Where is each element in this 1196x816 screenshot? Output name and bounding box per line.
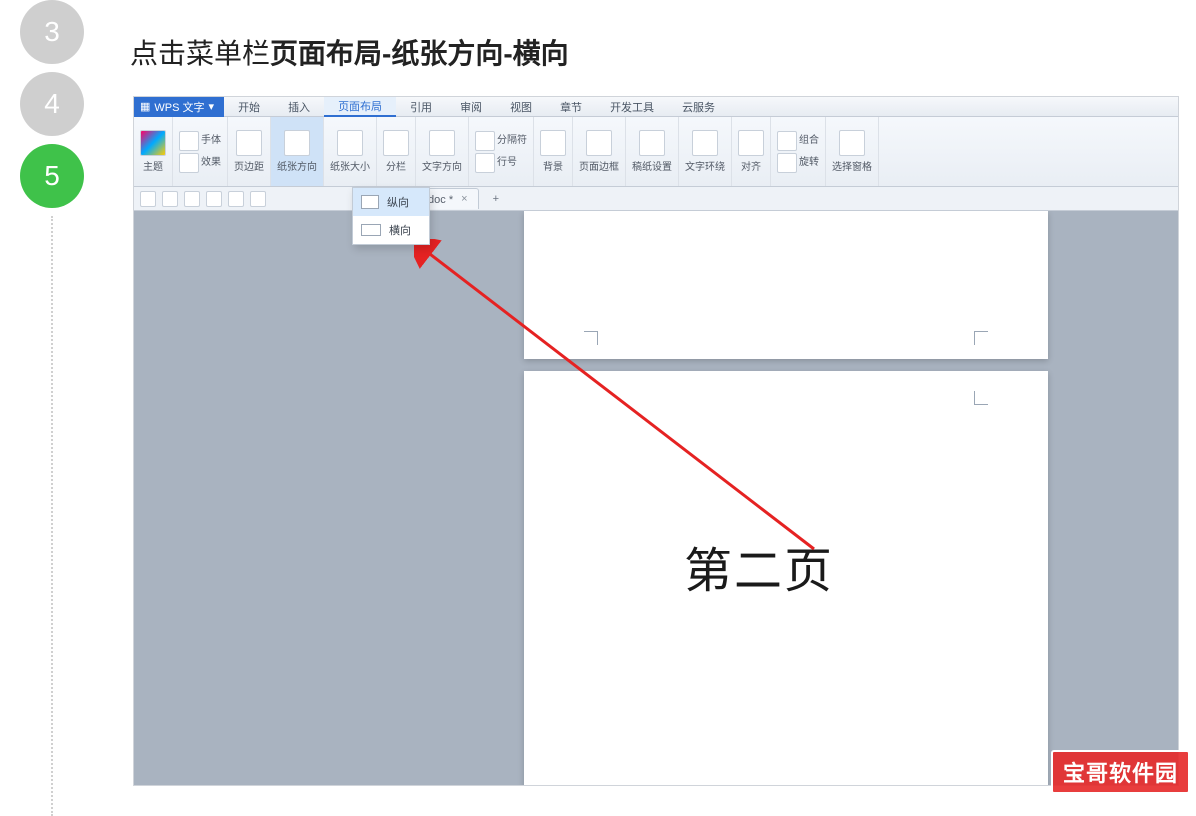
ribbon-manuscript[interactable]: 稿纸设置 [626, 117, 679, 186]
menu-insert[interactable]: 插入 [274, 97, 324, 117]
font-icon [179, 131, 199, 151]
ribbon-paper-size-label: 纸张大小 [330, 158, 370, 173]
instruction-text: 点击菜单栏页面布局-纸张方向-横向 [130, 32, 569, 72]
app-brand[interactable]: ▦ WPS 文字 ▾ [134, 97, 224, 117]
ribbon-wrap-label: 文字环绕 [685, 158, 725, 173]
portrait-icon [361, 195, 379, 209]
menu-view[interactable]: 视图 [496, 97, 546, 117]
ribbon-selection-pane[interactable]: 选择窗格 [826, 117, 879, 186]
ribbon-orientation-label: 纸张方向 [277, 158, 317, 173]
step-badge-4: 4 [20, 72, 84, 136]
manuscript-icon [639, 130, 665, 156]
page-2-text: 第二页 [684, 531, 834, 601]
document-canvas: 第二页 [134, 211, 1178, 785]
ribbon-background[interactable]: 背景 [534, 117, 573, 186]
ribbon-breaks-lines[interactable]: 分隔符 行号 [469, 117, 534, 186]
qat-redo-icon[interactable] [250, 191, 266, 207]
ribbon-margins[interactable]: 页边距 [228, 117, 271, 186]
ribbon-group-rotate[interactable]: 组合 旋转 [771, 117, 826, 186]
dropdown-landscape[interactable]: 横向 [353, 216, 429, 244]
ribbon-text-direction[interactable]: 文字方向 [416, 117, 469, 186]
break-icon [475, 131, 495, 151]
ribbon-page-border[interactable]: 页面边框 [573, 117, 626, 186]
watermark-badge: 宝哥软件园 [1051, 750, 1190, 794]
text-direction-icon [429, 130, 455, 156]
ribbon-theme-label: 主题 [143, 158, 163, 173]
page-border-icon [586, 130, 612, 156]
ribbon-background-label: 背景 [543, 158, 563, 173]
quick-access-toolbar: 文档.doc * × + [134, 187, 1178, 211]
background-icon [540, 130, 566, 156]
orientation-icon [284, 130, 310, 156]
instruction-prefix: 点击菜单栏 [130, 38, 270, 69]
ribbon-manuscript-label: 稿纸设置 [632, 158, 672, 173]
wps-logo-icon: ▦ [140, 100, 150, 113]
ribbon-page-border-label: 页面边框 [579, 158, 619, 173]
wps-screenshot: ▦ WPS 文字 ▾ 开始 插入 页面布局 引用 审阅 视图 章节 开发工具 云… [133, 96, 1179, 786]
page-1-bottom [524, 211, 1048, 359]
paper-size-icon [337, 130, 363, 156]
ribbon-text-direction-label: 文字方向 [422, 158, 462, 173]
ribbon-paper-size[interactable]: 纸张大小 [324, 117, 377, 186]
dropdown-portrait[interactable]: 纵向 [353, 188, 429, 216]
dropdown-landscape-label: 横向 [389, 222, 411, 238]
qat-undo-icon[interactable] [228, 191, 244, 207]
instruction-bold: 页面布局-纸张方向-横向 [270, 38, 569, 69]
align-icon [738, 130, 764, 156]
wrap-icon [692, 130, 718, 156]
ribbon: 主题 手体 效果 页边距 纸张方向 纸张大小 分栏 文字方向 分隔符 行号 [134, 117, 1178, 187]
rotate-icon [777, 153, 797, 173]
menu-start[interactable]: 开始 [224, 97, 274, 117]
close-icon[interactable]: × [461, 193, 467, 205]
qat-new-icon[interactable] [140, 191, 156, 207]
page-2: 第二页 [524, 371, 1048, 785]
qat-open-icon[interactable] [162, 191, 178, 207]
step-dotted-line [51, 216, 53, 816]
menu-review[interactable]: 审阅 [446, 97, 496, 117]
line-number-icon [475, 153, 495, 173]
step-badge-5: 5 [20, 144, 84, 208]
new-tab-plus[interactable]: + [485, 193, 507, 205]
menu-devtools[interactable]: 开发工具 [596, 97, 668, 117]
menu-cloud[interactable]: 云服务 [668, 97, 729, 117]
ribbon-columns[interactable]: 分栏 [377, 117, 416, 186]
ribbon-margins-label: 页边距 [234, 158, 264, 173]
dropdown-portrait-label: 纵向 [387, 194, 409, 210]
orientation-dropdown: 纵向 横向 [352, 187, 430, 245]
effect-icon [179, 153, 199, 173]
ribbon-orientation[interactable]: 纸张方向 [271, 117, 324, 186]
ribbon-theme[interactable]: 主题 [134, 117, 173, 186]
menu-page-layout[interactable]: 页面布局 [324, 97, 396, 117]
landscape-icon [361, 224, 381, 236]
group-icon [777, 131, 797, 151]
page-corner-icon [974, 331, 988, 345]
margins-icon [236, 130, 262, 156]
step-badge-3: 3 [20, 0, 84, 64]
chevron-down-icon: ▾ [209, 100, 215, 113]
qat-save-icon[interactable] [184, 191, 200, 207]
theme-icon [140, 130, 166, 156]
page-corner-icon [584, 331, 598, 345]
menubar: ▦ WPS 文字 ▾ 开始 插入 页面布局 引用 审阅 视图 章节 开发工具 云… [134, 97, 1178, 117]
ribbon-wrap[interactable]: 文字环绕 [679, 117, 732, 186]
ribbon-selection-pane-label: 选择窗格 [832, 158, 872, 173]
qat-print-icon[interactable] [206, 191, 222, 207]
selection-pane-icon [839, 130, 865, 156]
ribbon-align[interactable]: 对齐 [732, 117, 771, 186]
ribbon-align-label: 对齐 [741, 158, 761, 173]
app-brand-label: WPS 文字 [154, 99, 204, 115]
page-corner-icon [974, 391, 988, 405]
menu-reference[interactable]: 引用 [396, 97, 446, 117]
menu-chapter[interactable]: 章节 [546, 97, 596, 117]
ribbon-columns-label: 分栏 [386, 158, 406, 173]
ribbon-fonts-effects[interactable]: 手体 效果 [173, 117, 228, 186]
columns-icon [383, 130, 409, 156]
